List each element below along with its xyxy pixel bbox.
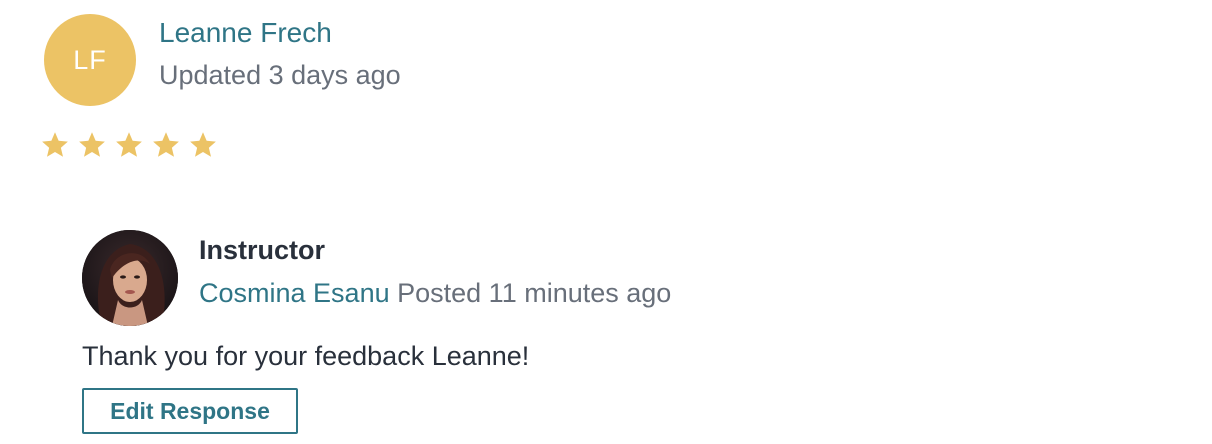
star-icon <box>153 132 179 157</box>
star-rating <box>40 130 218 160</box>
star-icon <box>79 132 105 157</box>
response-posted-time: Posted 11 minutes ago <box>397 278 672 308</box>
response-text: Thank you for your feedback Leanne! <box>82 341 530 371</box>
reviewer-initials: LF <box>73 44 107 75</box>
instructor-photo <box>82 230 178 326</box>
star-icon <box>116 132 142 157</box>
star-icon <box>42 132 68 157</box>
instructor-name-link[interactable]: Cosmina Esanu <box>199 278 390 308</box>
review-updated-time: Updated 3 days ago <box>159 60 401 90</box>
reviewer-avatar: LF <box>44 14 136 106</box>
instructor-role-label: Instructor <box>199 235 326 265</box>
reviewer-name[interactable]: Leanne Frech <box>159 17 332 49</box>
review-card: LF Leanne Frech Updated 3 days ago Instr… <box>0 0 1212 444</box>
instructor-meta: Cosmina Esanu Posted 11 minutes ago <box>199 278 671 309</box>
instructor-avatar[interactable] <box>82 230 178 326</box>
star-icon <box>190 132 216 157</box>
edit-response-button[interactable]: Edit Response <box>82 388 298 434</box>
